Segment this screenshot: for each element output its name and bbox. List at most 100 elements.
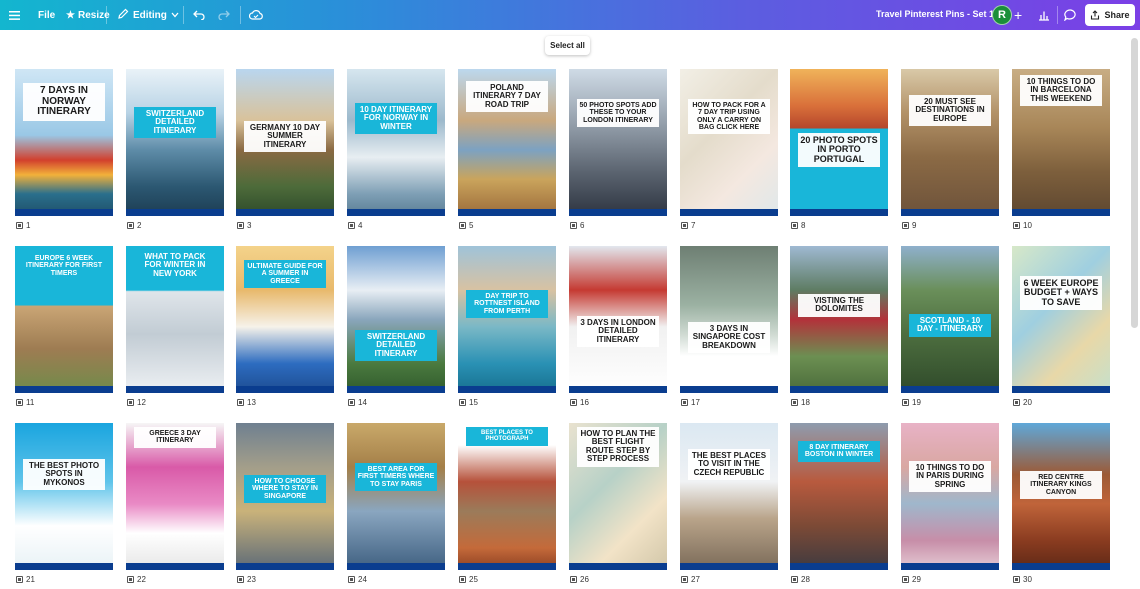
pin-page-number[interactable]: 11 <box>16 398 34 407</box>
pin-card[interactable]: WHAT TO PACK FOR WINTER IN New York <box>126 246 224 393</box>
pin-photo <box>347 69 445 216</box>
pin-card[interactable]: 3 days in SINGAPORE COST BREAKDOWN <box>680 246 778 393</box>
pin-number-label: 25 <box>469 575 478 584</box>
share-button[interactable]: Share <box>1085 4 1135 26</box>
pin-page-number[interactable]: 16 <box>570 398 589 407</box>
pin-page-number[interactable]: 30 <box>1013 575 1032 584</box>
pin-title: 20 MUST SEE DESTINATIONS IN EUROPE <box>909 95 991 127</box>
pin-card[interactable]: 10 THINGS TO DO IN BARCELONA This weeken… <box>1012 69 1110 216</box>
pin-page-number[interactable]: 3 <box>237 221 251 230</box>
pin-card[interactable]: 10 DAY ITINERARY FOR Norway IN WINTER <box>347 69 445 216</box>
pin-card[interactable]: Germany 10 DAY SUMMER ITINERARY <box>236 69 334 216</box>
pin-page-number[interactable]: 4 <box>348 221 362 230</box>
pin-card[interactable]: ULTIMATE GUIDE FOR A SUMMER IN GREECE <box>236 246 334 393</box>
sparkle-icon: ★ <box>66 9 75 21</box>
pin-number-label: 9 <box>912 221 917 230</box>
pin-page-number[interactable]: 1 <box>16 221 30 230</box>
pin-page-number[interactable]: 20 <box>1013 398 1032 407</box>
comments-button[interactable] <box>1064 0 1077 30</box>
pin-card[interactable]: 50 Photo spots ADD THESE TO YOUR LONDON … <box>569 69 667 216</box>
menu-icon[interactable] <box>9 0 20 30</box>
page-notes-icon <box>791 222 798 229</box>
pin-page-number[interactable]: 6 <box>570 221 584 230</box>
pin-page-number[interactable]: 5 <box>459 221 473 230</box>
pin-footer-band <box>458 209 556 216</box>
pin-page-number[interactable]: 14 <box>348 398 367 407</box>
page-notes-icon <box>348 576 355 583</box>
undo-button[interactable] <box>193 0 205 30</box>
pin-card[interactable]: The best PHOTO SPOTS In Mykonos <box>15 423 113 570</box>
pin-page-number[interactable]: 24 <box>348 575 367 584</box>
pin-card[interactable]: RED CENTRE ITINERARY KINGS CANYON <box>1012 423 1110 570</box>
pin-page-number[interactable]: 22 <box>127 575 146 584</box>
pin-page-number[interactable]: 10 <box>1013 221 1032 230</box>
pin-card[interactable]: 6 WEEK EUROPE BUDGET + Ways to save <box>1012 246 1110 393</box>
add-collaborator-button[interactable]: + <box>1014 0 1022 30</box>
pin-footer-band <box>569 386 667 393</box>
share-label: Share <box>1104 10 1130 20</box>
resize-label: Resize <box>77 9 110 21</box>
page-notes-icon <box>902 222 909 229</box>
pin-title: 10 THINGS TO DO in Paris during Spring <box>909 461 991 493</box>
pin-page-number[interactable]: 8 <box>791 221 805 230</box>
pin-page-number[interactable]: 9 <box>902 221 916 230</box>
select-all-button[interactable]: Select all <box>545 36 590 55</box>
pin-card[interactable]: Switzerland DETAILED ITINERARY <box>347 246 445 393</box>
cloud-save-status[interactable] <box>249 0 263 30</box>
user-avatar[interactable]: R <box>992 5 1012 25</box>
pin-card[interactable]: BEST PLACES TO PHOTOGRAPH <box>458 423 556 570</box>
pin-card[interactable]: Switzerland DETAILED ITINERARY <box>126 69 224 216</box>
file-menu[interactable]: File <box>38 0 55 30</box>
pin-page-number[interactable]: 29 <box>902 575 921 584</box>
pin-page-number[interactable]: 28 <box>791 575 810 584</box>
vertical-scrollbar[interactable] <box>1131 38 1138 328</box>
pin-page-number[interactable]: 15 <box>459 398 478 407</box>
pin-page-number[interactable]: 7 <box>681 221 695 230</box>
pin-card[interactable]: THE BEST Places to visit in THE CZECH RE… <box>680 423 778 570</box>
redo-button[interactable] <box>218 0 230 30</box>
page-notes-icon <box>902 399 909 406</box>
pin-page-number[interactable]: 18 <box>791 398 810 407</box>
pin-page-number[interactable]: 23 <box>237 575 256 584</box>
pin-page-number[interactable]: 21 <box>16 575 35 584</box>
editing-mode-dropdown[interactable]: Editing <box>118 0 179 30</box>
pin-card[interactable]: VISTING THE DOLOMITES <box>790 246 888 393</box>
pin-number-label: 23 <box>247 575 256 584</box>
pin-card[interactable]: 7 DAYS IN Norway ITINERARY <box>15 69 113 216</box>
pin-card[interactable]: BEST AREA FOR FIRST TIMERS WHERE TO STAY… <box>347 423 445 570</box>
pin-photo <box>901 69 999 216</box>
pin-footer-band <box>901 209 999 216</box>
pin-card[interactable]: How to pack for a 7 day trip using only … <box>680 69 778 216</box>
pin-page-number[interactable]: 26 <box>570 575 589 584</box>
pin-page-number[interactable]: 17 <box>681 398 700 407</box>
toolbar-divider <box>183 6 184 24</box>
pin-card[interactable]: HOW TO CHOOSE WHERE TO STAY IN SINGAPORE <box>236 423 334 570</box>
pin-card[interactable]: GREECE 3 day itinerary <box>126 423 224 570</box>
pin-card[interactable]: Day trip to Rottnest Island from Perth <box>458 246 556 393</box>
page-notes-icon <box>348 222 355 229</box>
pin-page-number[interactable]: 27 <box>681 575 700 584</box>
pin-page-number[interactable]: 25 <box>459 575 478 584</box>
page-notes-icon <box>16 399 23 406</box>
pin-number-label: 15 <box>469 398 478 407</box>
pin-page-number[interactable]: 19 <box>902 398 921 407</box>
pin-card[interactable]: HOW TO PLAN The best flight route Step b… <box>569 423 667 570</box>
pin-page-number[interactable]: 12 <box>127 398 146 407</box>
pin-photo <box>347 246 445 393</box>
pin-title: GREECE 3 day itinerary <box>134 427 216 448</box>
pin-card[interactable]: 20 MUST SEE DESTINATIONS IN EUROPE <box>901 69 999 216</box>
pin-card[interactable]: 8 Day Itinerary BOSTON IN WINTER <box>790 423 888 570</box>
page-notes-icon <box>459 222 466 229</box>
pin-title: Switzerland DETAILED ITINERARY <box>134 107 216 139</box>
pin-card[interactable]: Poland ITINERARY 7 Day Road Trip <box>458 69 556 216</box>
resize-button[interactable]: ★ Resize <box>66 0 110 30</box>
pin-page-number[interactable]: 2 <box>127 221 141 230</box>
pin-card[interactable]: 10 THINGS TO DO in Paris during Spring <box>901 423 999 570</box>
pin-page-number[interactable]: 13 <box>237 398 256 407</box>
pin-card[interactable]: 3 days in LONDON DETAILED ITINERARY <box>569 246 667 393</box>
pin-card[interactable]: Europe 6 week Itinerary for First Timers <box>15 246 113 393</box>
pin-card[interactable]: 20 Photo spots in PORTO PORTUGAL <box>790 69 888 216</box>
document-title[interactable]: Travel Pinterest Pins - Set 1 <box>876 9 994 19</box>
insights-button[interactable] <box>1038 0 1050 30</box>
pin-card[interactable]: Scotland - 10 DAY - ITINERARY <box>901 246 999 393</box>
